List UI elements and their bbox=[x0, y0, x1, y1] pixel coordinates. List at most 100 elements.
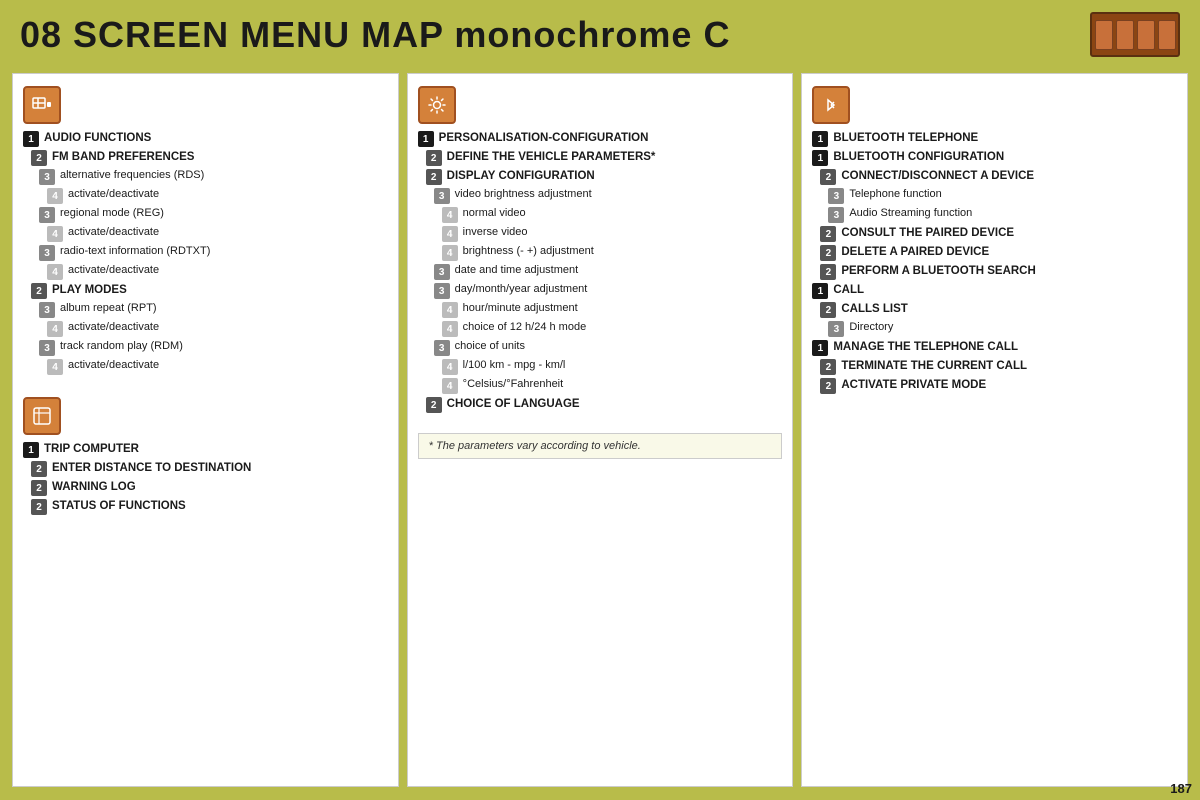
settings-section-icon bbox=[418, 86, 456, 124]
menu-item-display-config: 2 DISPLAY CONFIGURATION bbox=[426, 168, 783, 185]
menu-item-track-random: 3 track random play (RDM) bbox=[39, 339, 388, 356]
menu-item-normal-video: 4 normal video bbox=[442, 206, 783, 223]
menu-item-manage-call: 1 MANAGE THE TELEPHONE CALL bbox=[812, 339, 1177, 356]
menu-item-activate1: 4 activate/deactivate bbox=[47, 187, 388, 204]
item-label: alternative frequencies (RDS) bbox=[60, 168, 204, 183]
menu-item-trip-computer: 1 TRIP COMPUTER bbox=[23, 441, 388, 458]
menu-item-personalisation: 1 PERSONALISATION-CONFIGURATION bbox=[418, 130, 783, 147]
item-label: CONNECT/DISCONNECT A DEVICE bbox=[841, 168, 1034, 184]
menu-item-date-time: 3 date and time adjustment bbox=[434, 263, 783, 280]
menu-item-audio-streaming: 3 Audio Streaming function bbox=[828, 206, 1177, 223]
footnote: * The parameters vary according to vehic… bbox=[418, 433, 783, 459]
menu-item-activate-private: 2 ACTIVATE PRIVATE MODE bbox=[820, 377, 1177, 394]
trip-section-icon bbox=[23, 397, 61, 435]
menu-item-activate5: 4 activate/deactivate bbox=[47, 358, 388, 375]
menu-item-audio-functions: 1 AUDIO FUNCTIONS bbox=[23, 130, 388, 147]
item-label: activate/deactivate bbox=[68, 263, 159, 278]
item-label: day/month/year adjustment bbox=[455, 282, 588, 297]
menu-item-radio-text: 3 radio-text information (RDTXT) bbox=[39, 244, 388, 261]
item-label: TRIP COMPUTER bbox=[44, 441, 139, 457]
settings-icon bbox=[426, 94, 448, 116]
item-label: activate/deactivate bbox=[68, 187, 159, 202]
item-label: CHOICE OF LANGUAGE bbox=[447, 396, 580, 412]
menu-item-play-modes: 2 PLAY MODES bbox=[31, 282, 388, 299]
music-icon bbox=[31, 94, 53, 116]
menu-item-activate4: 4 activate/deactivate bbox=[47, 320, 388, 337]
menu-item-telephone-function: 3 Telephone function bbox=[828, 187, 1177, 204]
item-label: PERSONALISATION-CONFIGURATION bbox=[439, 130, 649, 146]
menu-item-activate3: 4 activate/deactivate bbox=[47, 263, 388, 280]
menu-item-bt-search: 2 PERFORM A BLUETOOTH SEARCH bbox=[820, 263, 1177, 280]
item-label: date and time adjustment bbox=[455, 263, 579, 278]
menu-item-celsius: 4 °Celsius/°Fahrenheit bbox=[442, 377, 783, 394]
menu-item-connect-disconnect: 2 CONNECT/DISCONNECT A DEVICE bbox=[820, 168, 1177, 185]
item-label: Telephone function bbox=[849, 187, 941, 202]
page-number: 187 bbox=[1170, 781, 1192, 796]
item-label: CALLS LIST bbox=[841, 301, 907, 317]
bluetooth-icon bbox=[820, 94, 842, 116]
menu-item-terminate-call: 2 TERMINATE THE CURRENT CALL bbox=[820, 358, 1177, 375]
item-label: track random play (RDM) bbox=[60, 339, 183, 354]
item-label: BLUETOOTH TELEPHONE bbox=[833, 130, 978, 146]
menu-item-calls-list: 2 CALLS LIST bbox=[820, 301, 1177, 318]
menu-item-hour-minute: 4 hour/minute adjustment bbox=[442, 301, 783, 318]
item-label: brightness (- +) adjustment bbox=[463, 244, 594, 259]
item-label: choice of units bbox=[455, 339, 525, 354]
item-label: album repeat (RPT) bbox=[60, 301, 157, 316]
column-2: 1 PERSONALISATION-CONFIGURATION 2 DEFINE… bbox=[407, 73, 794, 787]
item-label: CONSULT THE PAIRED DEVICE bbox=[841, 225, 1014, 241]
item-label: inverse video bbox=[463, 225, 528, 240]
item-label: MANAGE THE TELEPHONE CALL bbox=[833, 339, 1018, 355]
item-label: activate/deactivate bbox=[68, 358, 159, 373]
item-label: DELETE A PAIRED DEVICE bbox=[841, 244, 989, 260]
item-label: radio-text information (RDTXT) bbox=[60, 244, 210, 259]
header: 08 SCREEN MENU MAP monochrome C bbox=[0, 0, 1200, 65]
item-label: °Celsius/°Fahrenheit bbox=[463, 377, 564, 392]
item-label: l/100 km - mpg - km/l bbox=[463, 358, 566, 373]
item-label: PLAY MODES bbox=[52, 282, 127, 298]
menu-item-regional: 3 regional mode (REG) bbox=[39, 206, 388, 223]
header-icon bbox=[1090, 12, 1180, 57]
item-label: regional mode (REG) bbox=[60, 206, 164, 221]
menu-item-bt-telephone: 1 BLUETOOTH TELEPHONE bbox=[812, 130, 1177, 147]
trip-icon bbox=[31, 405, 53, 427]
content-area: 1 AUDIO FUNCTIONS 2 FM BAND PREFERENCES … bbox=[0, 65, 1200, 795]
menu-item-12h-24h: 4 choice of 12 h/24 h mode bbox=[442, 320, 783, 337]
item-label: activate/deactivate bbox=[68, 320, 159, 335]
item-label: Directory bbox=[849, 320, 893, 335]
item-label: FM BAND PREFERENCES bbox=[52, 149, 194, 165]
page-title: 08 SCREEN MENU MAP monochrome C bbox=[20, 14, 730, 56]
item-label: ENTER DISTANCE TO DESTINATION bbox=[52, 460, 251, 476]
column-3: 1 BLUETOOTH TELEPHONE 1 BLUETOOTH CONFIG… bbox=[801, 73, 1188, 787]
audio-section-icon bbox=[23, 86, 61, 124]
menu-item-delete-paired: 2 DELETE A PAIRED DEVICE bbox=[820, 244, 1177, 261]
item-label: BLUETOOTH CONFIGURATION bbox=[833, 149, 1004, 165]
item-label: ACTIVATE PRIVATE MODE bbox=[841, 377, 986, 393]
menu-item-choice-language: 2 CHOICE OF LANGUAGE bbox=[426, 396, 783, 413]
menu-item-warning-log: 2 WARNING LOG bbox=[31, 479, 388, 496]
item-label: PERFORM A BLUETOOTH SEARCH bbox=[841, 263, 1035, 279]
menu-item-fm-band: 2 FM BAND PREFERENCES bbox=[31, 149, 388, 166]
item-label: WARNING LOG bbox=[52, 479, 136, 495]
item-label: TERMINATE THE CURRENT CALL bbox=[841, 358, 1027, 374]
item-label: Audio Streaming function bbox=[849, 206, 972, 221]
menu-item-activate2: 4 activate/deactivate bbox=[47, 225, 388, 242]
menu-item-video-brightness: 3 video brightness adjustment bbox=[434, 187, 783, 204]
item-label: normal video bbox=[463, 206, 526, 221]
menu-item-status-functions: 2 STATUS OF FUNCTIONS bbox=[31, 498, 388, 515]
menu-item-album-repeat: 3 album repeat (RPT) bbox=[39, 301, 388, 318]
item-label: STATUS OF FUNCTIONS bbox=[52, 498, 186, 514]
item-label: AUDIO FUNCTIONS bbox=[44, 130, 151, 146]
menu-item-brightness-adj: 4 brightness (- +) adjustment bbox=[442, 244, 783, 261]
menu-item-day-month: 3 day/month/year adjustment bbox=[434, 282, 783, 299]
menu-item-choice-units: 3 choice of units bbox=[434, 339, 783, 356]
bluetooth-section-icon bbox=[812, 86, 850, 124]
item-label: DEFINE THE VEHICLE PARAMETERS* bbox=[447, 149, 656, 165]
menu-item-inverse-video: 4 inverse video bbox=[442, 225, 783, 242]
menu-item-bt-configuration: 1 BLUETOOTH CONFIGURATION bbox=[812, 149, 1177, 166]
item-label: choice of 12 h/24 h mode bbox=[463, 320, 587, 335]
menu-item-call: 1 CALL bbox=[812, 282, 1177, 299]
item-label: DISPLAY CONFIGURATION bbox=[447, 168, 595, 184]
menu-item-l100km: 4 l/100 km - mpg - km/l bbox=[442, 358, 783, 375]
item-label: activate/deactivate bbox=[68, 225, 159, 240]
